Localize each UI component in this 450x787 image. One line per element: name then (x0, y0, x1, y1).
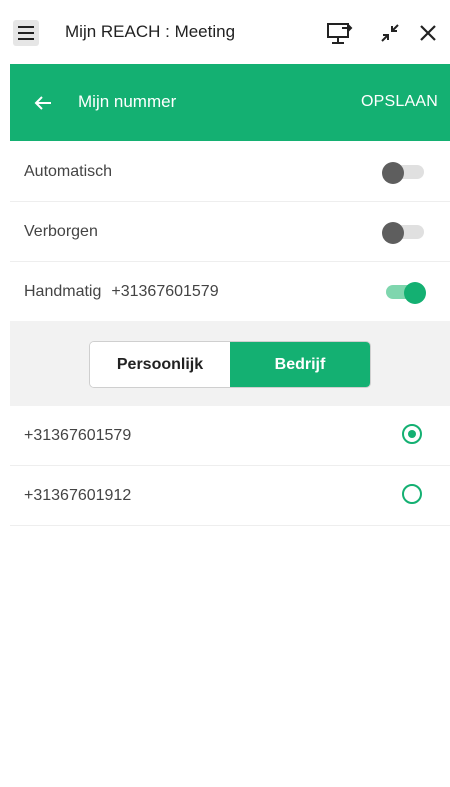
segment-persoonlijk[interactable]: Persoonlijk (90, 342, 230, 387)
number-list-item[interactable]: +31367601579 (10, 406, 450, 466)
hamburger-menu-icon (18, 26, 34, 40)
handmatig-toggle[interactable] (382, 282, 426, 304)
number-radio-selected[interactable] (402, 424, 422, 444)
screen-share-icon (327, 23, 353, 44)
save-button[interactable]: OPSLAAN (361, 93, 438, 111)
menu-button[interactable] (13, 20, 39, 46)
setting-row-automatisch[interactable]: Automatisch (10, 142, 450, 202)
number-type-segmented-control: Persoonlijk Bedrijf (89, 341, 371, 388)
number-label: +31367601912 (24, 487, 132, 504)
segment-bedrijf[interactable]: Bedrijf (230, 342, 370, 387)
screen-share-button[interactable] (326, 18, 356, 48)
toggle-knob (382, 162, 404, 184)
number-radio[interactable] (402, 484, 422, 504)
title-bar: Mijn REACH : Meeting (0, 0, 450, 64)
handmatig-label: Handmatig (24, 283, 102, 300)
page-header: Mijn nummer OPSLAAN (10, 64, 450, 141)
setting-label: Verborgen (24, 223, 98, 240)
minimize-button[interactable] (375, 18, 405, 48)
close-button[interactable] (413, 18, 443, 48)
toggle-knob (404, 282, 426, 304)
setting-row-handmatig[interactable]: Handmatig +31367601579 (10, 262, 450, 322)
close-icon (420, 25, 436, 41)
handmatig-number: +31367601579 (111, 283, 219, 300)
automatisch-toggle[interactable] (382, 162, 426, 184)
setting-label: Automatisch (24, 163, 113, 180)
number-label: +31367601579 (24, 427, 132, 444)
app-title: Mijn REACH : Meeting (65, 22, 236, 41)
setting-row-verborgen[interactable]: Verborgen (10, 202, 450, 262)
radio-dot (408, 430, 416, 438)
arrow-left-icon (34, 96, 51, 110)
verborgen-toggle[interactable] (382, 222, 426, 244)
back-button[interactable] (30, 90, 56, 116)
setting-label: Handmatig +31367601579 (24, 283, 219, 301)
page-title: Mijn nummer (78, 92, 177, 111)
toggle-knob (382, 222, 404, 244)
number-type-selector-area: Persoonlijk Bedrijf (10, 321, 450, 406)
collapse-arrows-icon (381, 24, 399, 42)
number-list-item[interactable]: +31367601912 (10, 466, 450, 526)
